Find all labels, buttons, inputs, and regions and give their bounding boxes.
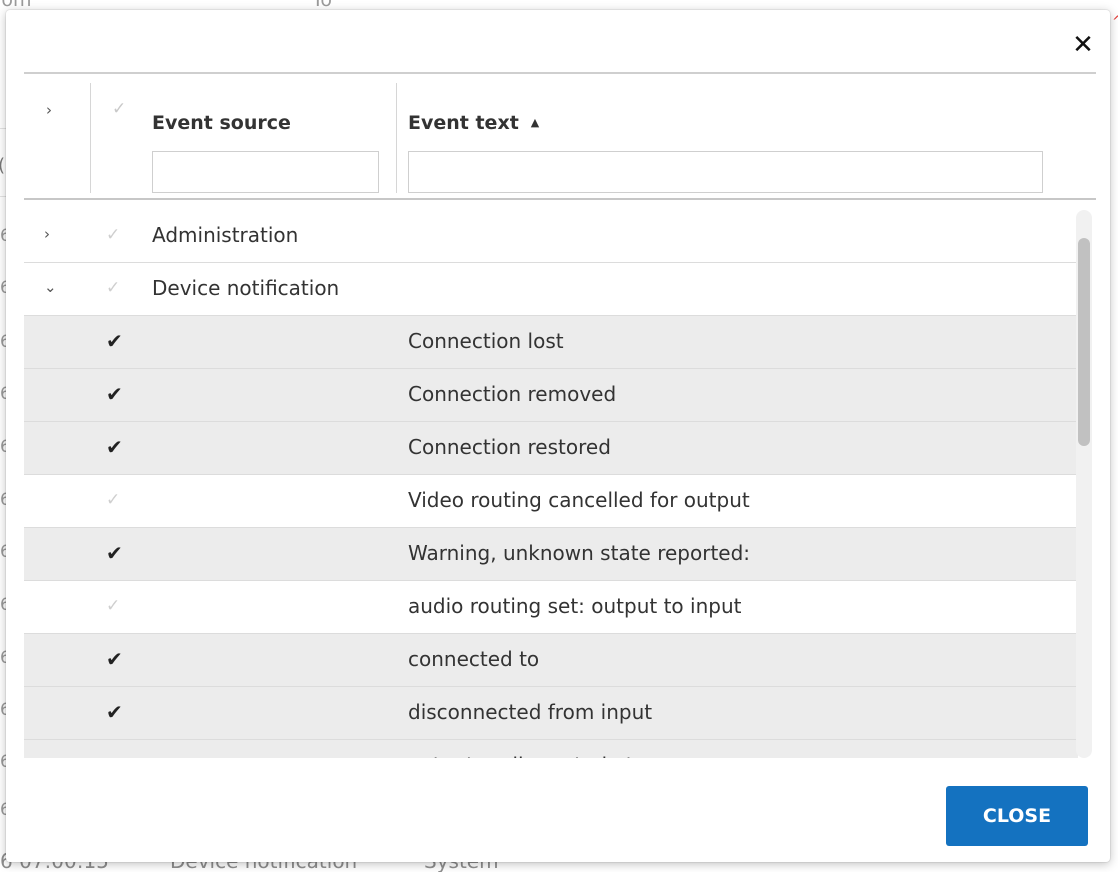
group-checkmark-icon[interactable]: ✓ xyxy=(106,225,120,245)
table-body: › ✓ Administration ⌄ ✓ Device notification ✔ Co… xyxy=(24,210,1096,758)
event-text-cell: Video routing cancelled for output xyxy=(408,488,750,512)
checkmark-icon[interactable]: ✔ xyxy=(106,541,123,565)
chevron-right-icon[interactable]: › xyxy=(44,225,50,243)
select-all-checkmark-icon[interactable]: ✓ xyxy=(112,99,126,119)
checkmark-icon[interactable]: ✔ xyxy=(106,753,123,758)
bg-header-letter: ( xyxy=(0,155,5,176)
checkmark-icon[interactable]: ✔ xyxy=(106,647,123,671)
event-text-filter-input[interactable] xyxy=(408,151,1043,193)
event-text-cell: connected to xyxy=(408,647,540,671)
table-row[interactable]: ✔ output audio muted at xyxy=(24,740,1078,758)
event-source-filter-input[interactable] xyxy=(152,151,379,193)
group-checkmark-icon[interactable]: ✓ xyxy=(106,278,120,298)
event-text-cell: output audio muted at xyxy=(408,753,634,758)
checkmark-icon[interactable]: ✓ xyxy=(106,490,120,510)
table-row[interactable]: ✔ Connection removed xyxy=(24,369,1078,422)
table-row[interactable]: ✔ Connection restored xyxy=(24,422,1078,475)
table-row[interactable]: ✓ Video routing cancelled for output xyxy=(24,475,1078,528)
event-source-header[interactable]: Event source xyxy=(152,112,291,134)
checkmark-icon[interactable]: ✔ xyxy=(106,382,123,406)
bg-alert-mark: ^ xyxy=(1112,14,1118,30)
event-filter-dialog: ✕ › ✓ Event source Event text ▲ › ✓ Adminis… xyxy=(6,10,1110,862)
group-row[interactable]: ⌄ ✓ Device notification xyxy=(24,263,1078,316)
checkmark-icon[interactable]: ✓ xyxy=(106,596,120,616)
table-row[interactable]: ✔ connected to xyxy=(24,634,1078,687)
group-label: Device notification xyxy=(152,276,340,300)
chevron-right-icon[interactable]: › xyxy=(46,101,52,119)
chevron-down-icon[interactable]: ⌄ xyxy=(44,278,57,296)
close-button[interactable]: CLOSE xyxy=(946,786,1088,846)
table-header: › ✓ Event source Event text ▲ xyxy=(24,74,1096,198)
group-row[interactable]: › ✓ Administration xyxy=(24,210,1078,263)
column-separator xyxy=(90,83,91,193)
sort-ascending-icon: ▲ xyxy=(530,116,540,129)
checkmark-icon[interactable]: ✔ xyxy=(106,329,123,353)
group-label: Administration xyxy=(152,223,299,247)
checkmark-icon[interactable]: ✔ xyxy=(106,700,123,724)
event-text-label: Event text xyxy=(408,112,519,134)
event-text-cell: disconnected from input xyxy=(408,700,653,724)
table-header-border xyxy=(24,198,1096,200)
event-text-cell: audio routing set: output to input xyxy=(408,594,742,618)
table-row[interactable]: ✓ audio routing set: output to input xyxy=(24,581,1078,634)
close-icon[interactable]: ✕ xyxy=(1070,32,1096,58)
event-source-label: Event source xyxy=(152,112,291,134)
event-text-cell: Connection restored xyxy=(408,435,611,459)
event-text-cell: Warning, unknown state reported: xyxy=(408,541,751,565)
event-text-header[interactable]: Event text ▲ xyxy=(408,112,539,134)
table-row[interactable]: ✔ Connection lost xyxy=(24,316,1078,369)
table-row[interactable]: ✔ disconnected from input xyxy=(24,687,1078,740)
checkmark-icon[interactable]: ✔ xyxy=(106,435,123,459)
event-text-cell: Connection removed xyxy=(408,382,617,406)
scrollbar-thumb[interactable] xyxy=(1078,238,1090,446)
event-text-cell: Connection lost xyxy=(408,329,564,353)
table-row[interactable]: ✔ Warning, unknown state reported: xyxy=(24,528,1078,581)
column-separator xyxy=(396,83,397,193)
